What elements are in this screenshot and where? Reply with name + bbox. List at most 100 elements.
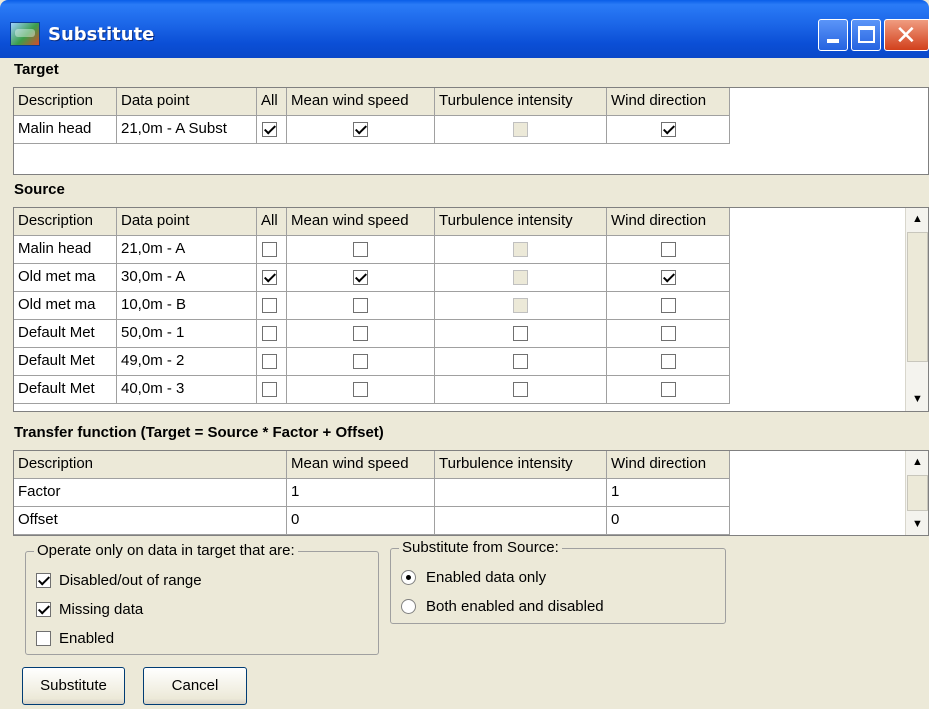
wind-direction-checkbox[interactable] (660, 354, 676, 369)
turbulence-intensity-checkbox[interactable] (513, 382, 528, 397)
description-cell[interactable]: Malin head (14, 116, 117, 144)
dir-cell[interactable] (607, 320, 730, 348)
all-cell[interactable] (257, 320, 287, 348)
mean-wind-speed-checkbox[interactable] (353, 270, 368, 285)
source-scrollbar[interactable]: ▲ ▼ (905, 208, 928, 411)
all-checkbox[interactable] (262, 242, 277, 257)
mean-wind-speed-checkbox[interactable] (353, 242, 368, 257)
data-point-cell[interactable]: 40,0m - 3 (117, 376, 257, 404)
wind-direction-checkbox[interactable] (660, 326, 676, 341)
table-row[interactable]: Malin head 21,0m - A (14, 236, 730, 264)
both-enabled-disabled-radio[interactable] (401, 599, 416, 614)
offset-mean-cell[interactable]: 0 (287, 507, 435, 535)
scroll-down-arrow-icon[interactable]: ▼ (906, 388, 928, 410)
disabled-out-of-range-option[interactable]: Disabled/out of range (36, 572, 202, 589)
mean-wind-speed-checkbox[interactable] (353, 382, 368, 397)
all-cell[interactable] (257, 116, 287, 144)
factor-mean-cell[interactable]: 1 (287, 479, 435, 507)
table-row[interactable]: Malin head 21,0m - A Subst (14, 116, 730, 144)
target-grid[interactable]: Description Data point All Mean wind spe… (13, 87, 929, 175)
close-button[interactable]: ✕ (884, 19, 929, 51)
all-checkbox[interactable] (262, 326, 277, 341)
data-point-cell[interactable]: 21,0m - A Subst (117, 116, 257, 144)
all-cell[interactable] (257, 264, 287, 292)
dir-cell[interactable] (607, 264, 730, 292)
disabled-out-of-range-checkbox[interactable] (36, 573, 51, 588)
scroll-thumb[interactable] (907, 475, 928, 511)
all-cell[interactable] (257, 236, 287, 264)
turbulence-intensity-checkbox[interactable] (513, 354, 528, 369)
data-point-cell[interactable]: 10,0m - B (117, 292, 257, 320)
mean-cell[interactable] (287, 264, 435, 292)
table-row[interactable]: Default Met 40,0m - 3 (14, 376, 730, 404)
description-cell[interactable]: Default Met (14, 320, 117, 348)
description-cell[interactable]: Old met ma (14, 292, 117, 320)
offset-turb-cell[interactable] (435, 507, 607, 535)
mean-cell[interactable] (287, 348, 435, 376)
all-checkbox[interactable] (262, 122, 277, 137)
wind-direction-checkbox[interactable] (660, 382, 676, 397)
transfer-scrollbar[interactable]: ▲ ▼ (905, 451, 928, 535)
scroll-up-arrow-icon[interactable]: ▲ (906, 208, 928, 230)
all-checkbox[interactable] (262, 270, 277, 285)
scroll-thumb[interactable] (907, 232, 928, 362)
enabled-data-only-option[interactable]: Enabled data only (401, 569, 546, 586)
mean-cell[interactable] (287, 320, 435, 348)
offset-dir-cell[interactable]: 0 (607, 507, 730, 535)
cancel-button[interactable]: Cancel (143, 667, 247, 705)
table-row[interactable]: Factor 1 1 (14, 479, 730, 507)
table-row[interactable]: Old met ma 10,0m - B (14, 292, 730, 320)
missing-data-option[interactable]: Missing data (36, 601, 143, 618)
wind-direction-checkbox[interactable] (660, 122, 676, 137)
mean-wind-speed-checkbox[interactable] (353, 354, 368, 369)
wind-direction-checkbox[interactable] (660, 298, 676, 313)
enabled-checkbox[interactable] (36, 631, 51, 646)
turb-cell[interactable] (435, 320, 607, 348)
mean-wind-speed-checkbox[interactable] (353, 122, 368, 137)
substitute-button[interactable]: Substitute (22, 667, 125, 705)
mean-cell[interactable] (287, 292, 435, 320)
turb-cell[interactable] (435, 348, 607, 376)
dir-cell[interactable] (607, 116, 730, 144)
source-grid[interactable]: Description Data point All Mean wind spe… (13, 207, 929, 412)
dir-cell[interactable] (607, 292, 730, 320)
mean-cell[interactable] (287, 376, 435, 404)
mean-wind-speed-checkbox[interactable] (353, 298, 368, 313)
both-enabled-disabled-option[interactable]: Both enabled and disabled (401, 598, 604, 615)
scroll-down-arrow-icon[interactable]: ▼ (906, 513, 928, 535)
table-row[interactable]: Offset 0 0 (14, 507, 730, 535)
mean-wind-speed-checkbox[interactable] (353, 326, 368, 341)
all-cell[interactable] (257, 292, 287, 320)
data-point-cell[interactable]: 21,0m - A (117, 236, 257, 264)
enabled-option[interactable]: Enabled (36, 630, 114, 647)
enabled-data-only-radio[interactable] (401, 570, 416, 585)
all-checkbox[interactable] (262, 382, 277, 397)
turbulence-intensity-checkbox[interactable] (513, 326, 528, 341)
transfer-grid[interactable]: Description Mean wind speed Turbulence i… (13, 450, 929, 536)
mean-cell[interactable] (287, 116, 435, 144)
all-checkbox[interactable] (262, 298, 277, 313)
all-checkbox[interactable] (262, 354, 277, 369)
data-point-cell[interactable]: 30,0m - A (117, 264, 257, 292)
table-row[interactable]: Default Met 50,0m - 1 (14, 320, 730, 348)
dir-cell[interactable] (607, 348, 730, 376)
missing-data-checkbox[interactable] (36, 602, 51, 617)
factor-turb-cell[interactable] (435, 479, 607, 507)
table-row[interactable]: Old met ma 30,0m - A (14, 264, 730, 292)
dir-cell[interactable] (607, 236, 730, 264)
description-cell[interactable]: Default Met (14, 376, 117, 404)
dir-cell[interactable] (607, 376, 730, 404)
data-point-cell[interactable]: 49,0m - 2 (117, 348, 257, 376)
all-cell[interactable] (257, 348, 287, 376)
turb-cell[interactable] (435, 376, 607, 404)
maximize-button[interactable] (851, 19, 881, 51)
description-cell[interactable]: Malin head (14, 236, 117, 264)
factor-dir-cell[interactable]: 1 (607, 479, 730, 507)
all-cell[interactable] (257, 376, 287, 404)
mean-cell[interactable] (287, 236, 435, 264)
wind-direction-checkbox[interactable] (660, 270, 676, 285)
table-row[interactable]: Default Met 49,0m - 2 (14, 348, 730, 376)
scroll-up-arrow-icon[interactable]: ▲ (906, 451, 928, 473)
minimize-button[interactable] (818, 19, 848, 51)
wind-direction-checkbox[interactable] (660, 242, 676, 257)
